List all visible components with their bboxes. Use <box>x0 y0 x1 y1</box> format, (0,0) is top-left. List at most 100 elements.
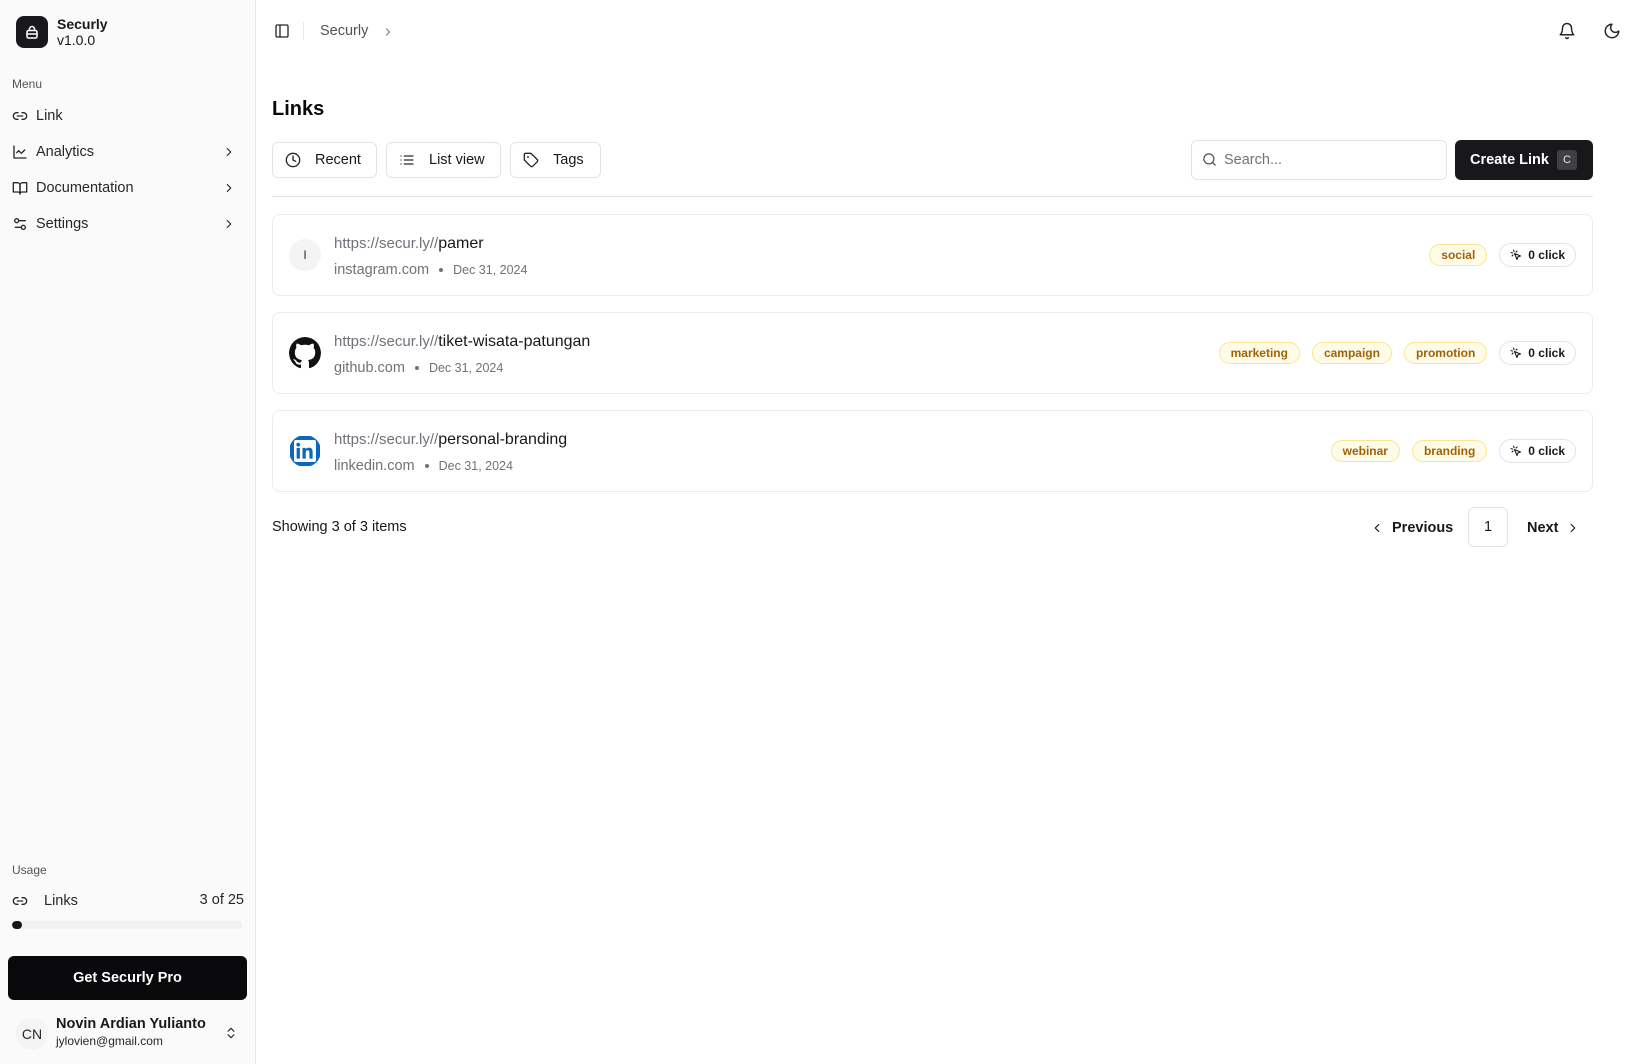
destination-domain: github.com <box>334 360 405 376</box>
click-count-badge[interactable]: 0 click <box>1499 341 1576 365</box>
click-count-badge[interactable]: 0 click <box>1499 243 1576 267</box>
sidebar: Securly v1.0.0 Menu Link Analytics Docum… <box>0 0 256 1064</box>
favicon-letter: I <box>289 239 321 271</box>
chevron-right-icon <box>222 145 236 159</box>
usage-progress-bar <box>12 921 242 929</box>
app-logo-icon <box>16 16 48 48</box>
theme-toggle-moon-icon[interactable] <box>1603 22 1621 40</box>
list-view-button[interactable]: List view <box>386 142 501 178</box>
get-pro-button[interactable]: Get Securly Pro <box>8 956 247 1000</box>
search-icon <box>1202 152 1217 167</box>
sidebar-item-label: Settings <box>36 216 89 232</box>
destination-domain: linkedin.com <box>334 458 415 474</box>
pagination-next-label: Next <box>1527 520 1559 536</box>
recent-button[interactable]: Recent <box>272 142 377 178</box>
usage-section-label: Usage <box>12 863 47 877</box>
tags-label: Tags <box>553 152 584 168</box>
click-count-badge[interactable]: 0 click <box>1499 439 1576 463</box>
usage-count: 3 of 25 <box>199 892 244 908</box>
topbar-separator <box>303 22 304 40</box>
tags-button[interactable]: Tags <box>510 142 601 178</box>
link-icon <box>12 108 28 124</box>
destination-domain: instagram.com <box>334 262 430 278</box>
tag-badge[interactable]: social <box>1429 244 1488 266</box>
click-count: 0 click <box>1528 346 1565 360</box>
pagination-next-button[interactable]: Next <box>1523 508 1584 548</box>
create-link-button[interactable]: Create Link C <box>1455 140 1593 180</box>
tag-badge[interactable]: webinar <box>1330 440 1400 462</box>
link-card[interactable]: I https://secur.ly//pamer instagram.com … <box>272 214 1593 296</box>
tag-badge[interactable]: campaign <box>1311 342 1392 364</box>
sidebar-item-settings[interactable]: Settings <box>8 207 248 241</box>
user-name: Novin Ardian Yulianto <box>56 1016 206 1032</box>
pagination-previous-button[interactable]: Previous <box>1366 508 1457 548</box>
brand[interactable]: Securly v1.0.0 <box>16 16 108 48</box>
clock-icon <box>285 152 301 168</box>
link-card[interactable]: https://secur.ly//personal-branding link… <box>272 410 1593 492</box>
pagination-previous-label: Previous <box>1392 520 1454 536</box>
link-meta: linkedin.com Dec 31, 2024 <box>334 458 513 474</box>
meta-separator-dot <box>414 366 419 370</box>
short-url-link[interactable]: https://secur.ly//tiket-wisata-patungan <box>334 333 590 351</box>
tag-badge[interactable]: branding <box>1411 440 1488 462</box>
url-slug: tiket-wisata-patungan <box>438 333 591 350</box>
url-prefix: https://secur.ly// <box>334 235 439 252</box>
settings-sliders-icon <box>12 216 28 232</box>
chart-line-icon <box>12 144 28 160</box>
sidebar-item-label: Analytics <box>36 144 95 160</box>
showing-count: Showing 3 of 3 items <box>272 519 407 535</box>
link-card[interactable]: https://secur.ly//tiket-wisata-patungan … <box>272 312 1593 394</box>
list-view-label: List view <box>429 152 485 168</box>
sidebar-item-analytics[interactable]: Analytics <box>8 135 248 169</box>
notification-bell-icon[interactable] <box>1558 22 1576 40</box>
sidebar-item-link[interactable]: Link <box>8 99 248 133</box>
short-url-link[interactable]: https://secur.ly//pamer <box>334 235 484 253</box>
search-input[interactable] <box>1224 141 1440 179</box>
breadcrumb[interactable]: Securly <box>320 23 368 39</box>
sidebar-item-documentation[interactable]: Documentation <box>8 171 248 205</box>
click-pointer-icon <box>1510 249 1522 261</box>
create-link-label: Create Link <box>1470 152 1549 168</box>
user-menu[interactable]: CN Novin Ardian Yulianto jylovien@gmail.… <box>16 1016 248 1056</box>
chevron-right-icon <box>1566 521 1580 535</box>
click-count: 0 click <box>1528 248 1565 262</box>
created-date: Dec 31, 2024 <box>428 361 504 375</box>
meta-separator-dot <box>424 464 429 468</box>
menu-section-label: Menu <box>12 77 43 91</box>
app-name: Securly <box>57 16 108 32</box>
chevron-right-icon <box>222 181 236 195</box>
linkedin-icon <box>289 435 321 467</box>
click-count: 0 click <box>1528 444 1565 458</box>
book-icon <box>12 180 28 196</box>
chevron-left-icon <box>1370 521 1384 535</box>
usage-progress-fill <box>12 921 22 929</box>
short-url-link[interactable]: https://secur.ly//personal-branding <box>334 431 567 449</box>
list-icon <box>399 152 415 168</box>
click-pointer-icon <box>1510 445 1522 457</box>
search-box[interactable] <box>1191 140 1447 180</box>
created-date: Dec 31, 2024 <box>453 263 528 277</box>
chevron-right-icon <box>222 217 236 231</box>
usage-item-label: Links <box>44 893 78 909</box>
created-date: Dec 31, 2024 <box>438 459 513 473</box>
sidebar-toggle-icon[interactable] <box>274 23 290 39</box>
app-version: v1.0.0 <box>57 32 96 48</box>
pagination-page-1[interactable]: 1 <box>1468 507 1508 547</box>
chevrons-up-down-icon <box>224 1026 238 1040</box>
toolbar-divider <box>272 196 1593 197</box>
github-icon <box>289 337 321 369</box>
breadcrumb-chevron-icon <box>382 26 394 38</box>
avatar: CN <box>16 1018 48 1050</box>
click-pointer-icon <box>1510 347 1522 359</box>
tag-badge[interactable]: promotion <box>1403 342 1488 364</box>
url-slug: personal-branding <box>438 431 568 448</box>
link-meta: instagram.com Dec 31, 2024 <box>334 262 527 278</box>
link-icon <box>12 893 28 909</box>
tag-icon <box>523 152 539 168</box>
page-title: Links <box>272 98 325 120</box>
sidebar-item-label: Documentation <box>36 180 134 196</box>
tag-badge[interactable]: marketing <box>1218 342 1300 364</box>
meta-separator-dot <box>439 268 444 272</box>
link-meta: github.com Dec 31, 2024 <box>334 360 503 376</box>
usage-links-row: Links 3 of 25 <box>12 890 244 912</box>
